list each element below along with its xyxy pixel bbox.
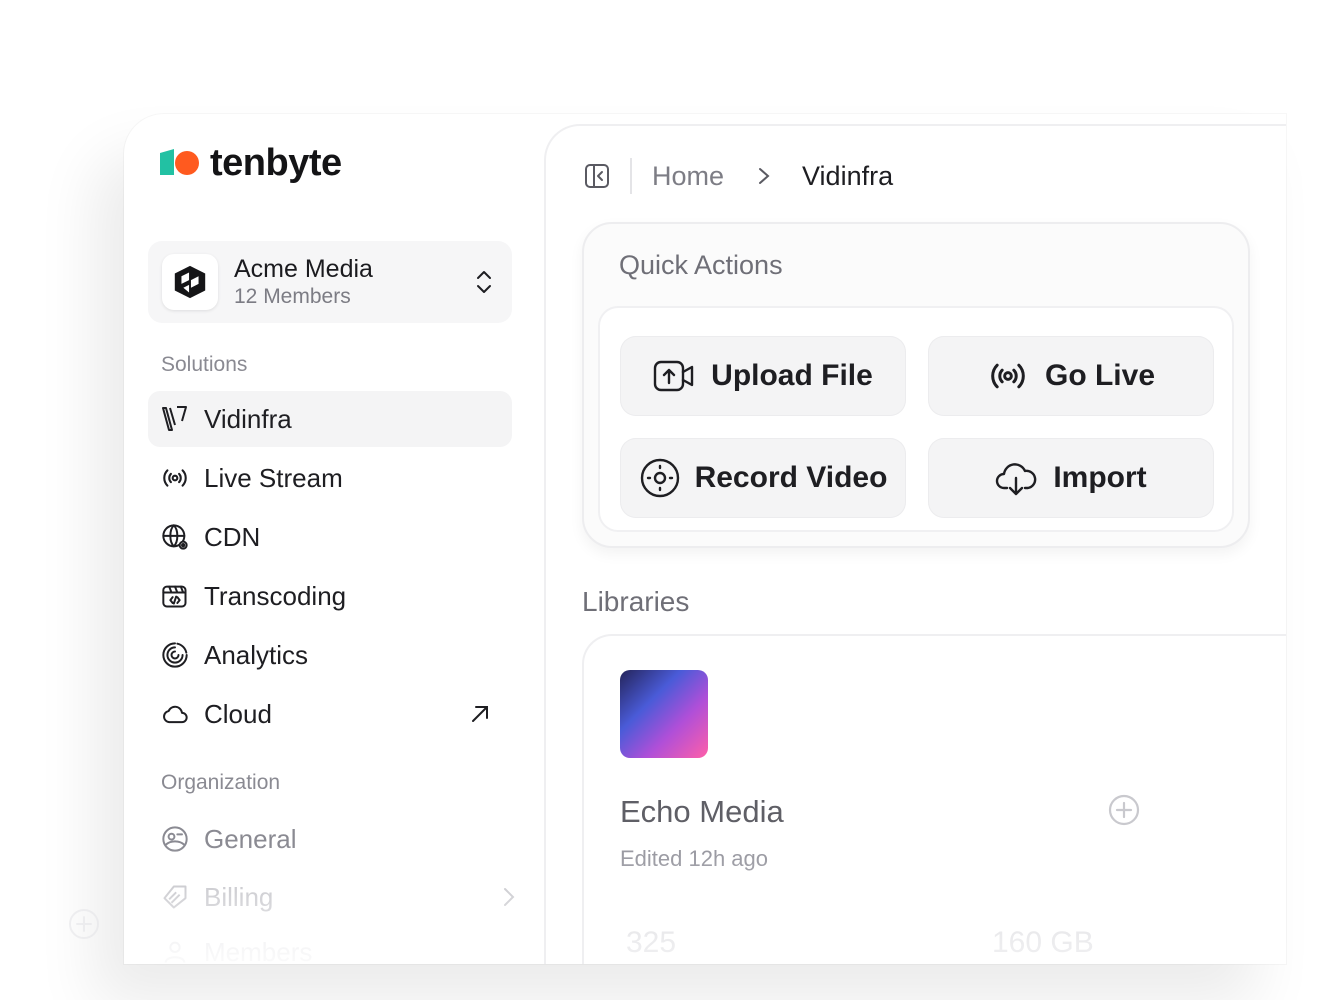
breadcrumb-current: Vidinfra	[802, 160, 894, 191]
globe-icon	[160, 522, 190, 552]
section-solutions: Solutions	[161, 353, 248, 376]
library-card[interactable]: Echo Media Edited 12h ago 325 160 GB	[582, 634, 1286, 964]
sidebar-item-cdn[interactable]: CDN	[148, 509, 512, 565]
sidebar-item-label: Transcoding	[204, 580, 347, 611]
analytics-rings-icon	[160, 640, 190, 670]
topbar: Home Vidinfra	[582, 150, 893, 202]
quick-actions-title: Quick Actions	[619, 250, 783, 280]
record-video-button[interactable]: Record Video	[620, 438, 906, 518]
cloud-icon	[160, 699, 190, 729]
sidebar-item-label: General	[204, 823, 297, 854]
sidebar-item-label: Vidinfra	[204, 403, 292, 434]
chevron-right-icon	[494, 883, 522, 911]
broadcast-icon	[987, 355, 1029, 397]
sidebar-item-vidinfra[interactable]: Vidinfra	[148, 391, 512, 447]
sidebar-item-transcoding[interactable]: Transcoding	[148, 568, 512, 624]
sidebar-item-label: Members	[204, 936, 313, 965]
breadcrumb: Home Vidinfra	[652, 161, 893, 192]
sidebar-item-live-stream[interactable]: Live Stream	[148, 450, 512, 506]
cube-logo-icon	[174, 265, 206, 299]
go-live-label: Go Live	[1044, 359, 1156, 392]
sidebar-item-label: Live Stream	[204, 462, 343, 493]
chevron-right-icon	[750, 162, 778, 190]
sidebar-item-members[interactable]: Members	[148, 924, 512, 964]
quick-actions-grid: Upload File Go Live Record Video Import	[598, 306, 1234, 532]
sidebar-item-analytics[interactable]: Analytics	[148, 627, 512, 683]
sidebar-toggle-icon[interactable]	[582, 161, 612, 191]
import-button[interactable]: Import	[928, 438, 1214, 518]
add-circle-icon	[68, 908, 100, 940]
record-icon	[639, 457, 681, 499]
breadcrumb-home[interactable]: Home	[652, 161, 724, 192]
settings-face-icon	[160, 824, 190, 854]
go-live-button[interactable]: Go Live	[928, 336, 1214, 416]
libraries-title: Libraries	[582, 586, 690, 617]
workspace-switcher[interactable]: Acme Media 12 Members	[148, 241, 512, 323]
sidebar-item-billing[interactable]: Billing	[148, 869, 515, 925]
cloud-download-icon	[995, 457, 1037, 499]
app-window: tenbyte Acme Media 12 Members Solutions	[124, 114, 1286, 964]
sidebar-item-general[interactable]: General	[148, 811, 512, 867]
topbar-divider	[630, 158, 632, 194]
upload-file-label: Upload File	[711, 359, 873, 392]
sidebar-item-cloud[interactable]: Cloud	[148, 686, 512, 742]
brand-name: tenbyte	[210, 142, 342, 184]
section-organization: Organization	[161, 771, 281, 794]
tag-icon	[160, 882, 190, 912]
sidebar-item-label: Analytics	[204, 639, 309, 670]
sidebar-item-label: CDN	[204, 521, 261, 552]
sidebar-item-label: Cloud	[204, 698, 272, 729]
library-storage: 160 GB	[992, 926, 1094, 959]
broadcast-icon	[160, 463, 190, 493]
tenbyte-logo-icon	[160, 148, 200, 179]
brand-logo[interactable]: tenbyte	[160, 142, 342, 185]
upload-video-icon	[653, 355, 695, 397]
sidebar: tenbyte Acme Media 12 Members Solutions	[124, 114, 544, 964]
vidinfra-icon	[160, 404, 190, 434]
workspace-avatar	[162, 254, 218, 310]
clapperboard-code-icon	[160, 581, 190, 611]
chevron-up-down-icon[interactable]	[470, 268, 498, 296]
library-thumbnail	[620, 670, 708, 758]
library-video-count: 325	[626, 926, 677, 959]
main-panel: Home Vidinfra Quick Actions Upload File …	[544, 124, 1286, 964]
external-link-icon	[466, 700, 494, 728]
upload-file-button[interactable]: Upload File	[620, 336, 906, 416]
workspace-name: Acme Media	[234, 255, 373, 283]
users-icon	[160, 937, 190, 964]
quick-actions-card: Quick Actions Upload File Go Live Record…	[582, 222, 1250, 548]
sidebar-item-label: Billing	[204, 881, 274, 912]
library-edited: Edited 12h ago	[620, 846, 769, 871]
add-circle-icon[interactable]	[1108, 794, 1140, 826]
workspace-members: 12 Members	[234, 285, 351, 308]
import-label: Import	[1053, 461, 1147, 494]
record-video-label: Record Video	[694, 461, 888, 494]
library-name: Echo Media	[620, 794, 784, 829]
